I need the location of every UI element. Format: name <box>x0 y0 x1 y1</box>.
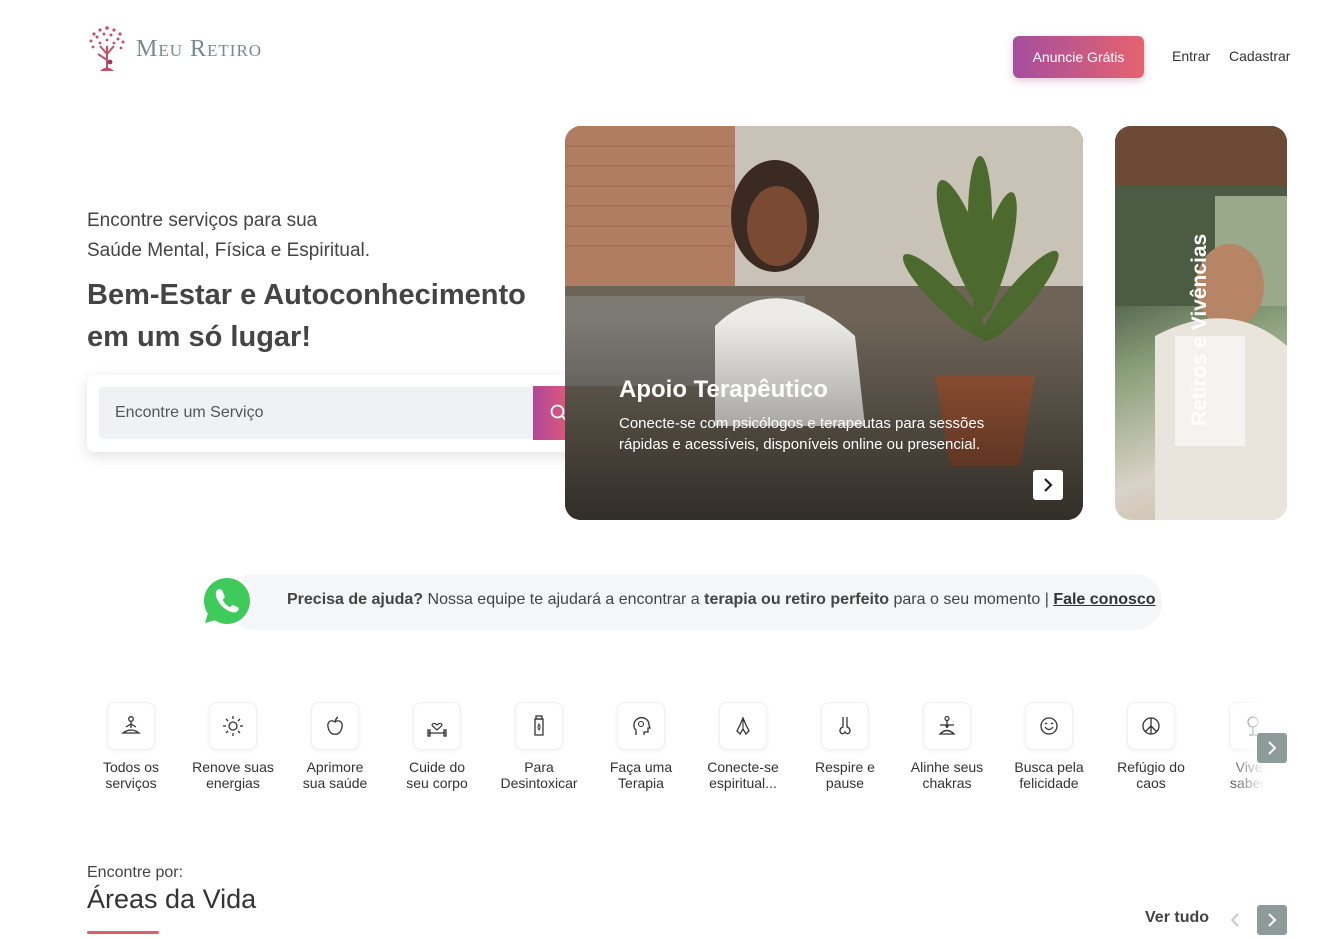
hero-subtitle-line2: Saúde Mental, Física e Espiritual. <box>87 240 371 261</box>
meditation-icon <box>107 702 155 750</box>
category-label: chakras <box>922 775 972 791</box>
category-label: seu corpo <box>406 775 468 791</box>
category-label: Refúgio do <box>1117 759 1185 775</box>
see-all-link[interactable]: Ver tudo <box>1145 909 1209 927</box>
category-refuge[interactable]: Refúgio do caos <box>1100 702 1202 791</box>
praying-hands-icon <box>719 702 767 750</box>
card-title: Retiros e Vivências <box>1188 233 1211 426</box>
category-renew-energy[interactable]: Renove suas energias <box>182 702 284 791</box>
category-breathe[interactable]: Respire e pause <box>794 702 896 791</box>
hero-title-line2: em um só lugar! <box>87 321 311 353</box>
card-description: Conecte-se com psicólogos e terapeutas p… <box>619 415 985 453</box>
bottle-icon <box>515 702 563 750</box>
sun-icon <box>209 702 257 750</box>
nose-icon <box>821 702 869 750</box>
search-input[interactable] <box>99 387 533 439</box>
apple-icon <box>311 702 359 750</box>
tree-logo-icon <box>89 26 125 71</box>
card-title: Apoio Terapêutico <box>619 376 828 403</box>
chevron-right-icon <box>1268 913 1277 927</box>
category-chakras[interactable]: Alinhe seus chakras <box>896 702 998 791</box>
areas-next-button[interactable] <box>1257 905 1287 935</box>
category-label: serviços <box>105 775 157 791</box>
category-body-care[interactable]: Cuide do seu corpo <box>386 702 488 791</box>
category-happiness[interactable]: Busca pela felicidade <box>998 702 1100 791</box>
category-label: espiritual... <box>709 775 777 791</box>
hero-title-line1: Bem-Estar e Autoconhecimento <box>87 279 526 311</box>
chevron-left-icon <box>1230 913 1239 927</box>
hero-card-therapy[interactable]: Apoio Terapêutico Conecte-se com psicólo… <box>565 126 1083 520</box>
category-label: Aprimore <box>306 759 364 775</box>
help-text-bold: terapia ou retiro perfeito <box>704 591 890 608</box>
login-link[interactable]: Entrar <box>1172 48 1210 64</box>
hero-subtitle-line1: Encontre serviços para sua <box>87 210 318 231</box>
smile-icon <box>1025 702 1073 750</box>
chevron-right-icon <box>1268 741 1277 755</box>
help-text-part: Nossa equipe te ajudará a encontrar a <box>423 591 705 608</box>
category-carousel: Todos os serviços Renove suas energias Apr… <box>80 702 1270 802</box>
category-label: sua saúde <box>302 775 368 791</box>
category-spiritual[interactable]: Conecte-se espiritual... <box>692 702 794 791</box>
areas-title: Áreas da Vida <box>87 884 257 914</box>
category-label: Desintoxicar <box>500 775 578 791</box>
category-label: energias <box>206 775 260 791</box>
category-label: Cuide do <box>408 759 466 775</box>
category-label: Conecte-se <box>707 759 779 775</box>
category-label: Busca pela <box>1014 759 1084 775</box>
category-label: Renove suas <box>192 759 274 775</box>
peace-icon <box>1127 702 1175 750</box>
head-mind-icon <box>617 702 665 750</box>
category-label: Terapia <box>618 775 664 791</box>
chakra-icon <box>923 702 971 750</box>
category-therapy[interactable]: Faça uma Terapia <box>590 702 692 791</box>
category-label: pause <box>825 775 865 791</box>
category-label: Alinhe seus <box>910 759 984 775</box>
category-label: felicidade <box>1019 775 1079 791</box>
search-box <box>87 375 597 452</box>
help-text-part: para o seu momento | <box>889 591 1054 608</box>
category-label: Respire e <box>815 759 875 775</box>
dumbbell-heart-icon <box>413 702 461 750</box>
help-text-bold: Precisa de ajuda? <box>287 591 424 608</box>
whatsapp-icon[interactable] <box>197 571 257 631</box>
title-underline <box>87 931 159 934</box>
category-label: Faça uma <box>609 759 673 775</box>
category-label: caos <box>1136 775 1166 791</box>
hero-subtitle: Encontre serviços para sua Saúde Mental,… <box>87 206 527 266</box>
category-improve-health[interactable]: Aprimore sua saúde <box>284 702 386 791</box>
contact-us-link[interactable]: Fale conosco <box>1053 591 1155 608</box>
card-next-button[interactable] <box>1033 470 1063 500</box>
advertise-free-button[interactable]: Anuncie Grátis <box>1013 36 1144 78</box>
help-text: Precisa de ajuda? Nossa equipe te ajudar… <box>287 591 1156 609</box>
category-label: Para <box>524 759 554 775</box>
logo-text: Meu Retiro <box>136 35 263 62</box>
areas-kicker: Encontre por: <box>87 864 184 881</box>
hero-card-retreats[interactable]: Retiros e Vivências <box>1115 126 1287 520</box>
areas-prev-button[interactable] <box>1220 905 1250 935</box>
chevron-right-icon <box>1044 478 1053 492</box>
category-label: Todos os <box>102 759 160 775</box>
category-detox[interactable]: Para Desintoxicar <box>488 702 590 791</box>
logo[interactable]: Meu Retiro <box>86 24 262 74</box>
categories-next-button[interactable] <box>1257 733 1287 763</box>
category-all-services[interactable]: Todos os serviços <box>80 702 182 791</box>
hero-title: Bem-Estar e Autoconhecimento em um só lu… <box>87 274 557 358</box>
signup-link[interactable]: Cadastrar <box>1229 48 1290 64</box>
